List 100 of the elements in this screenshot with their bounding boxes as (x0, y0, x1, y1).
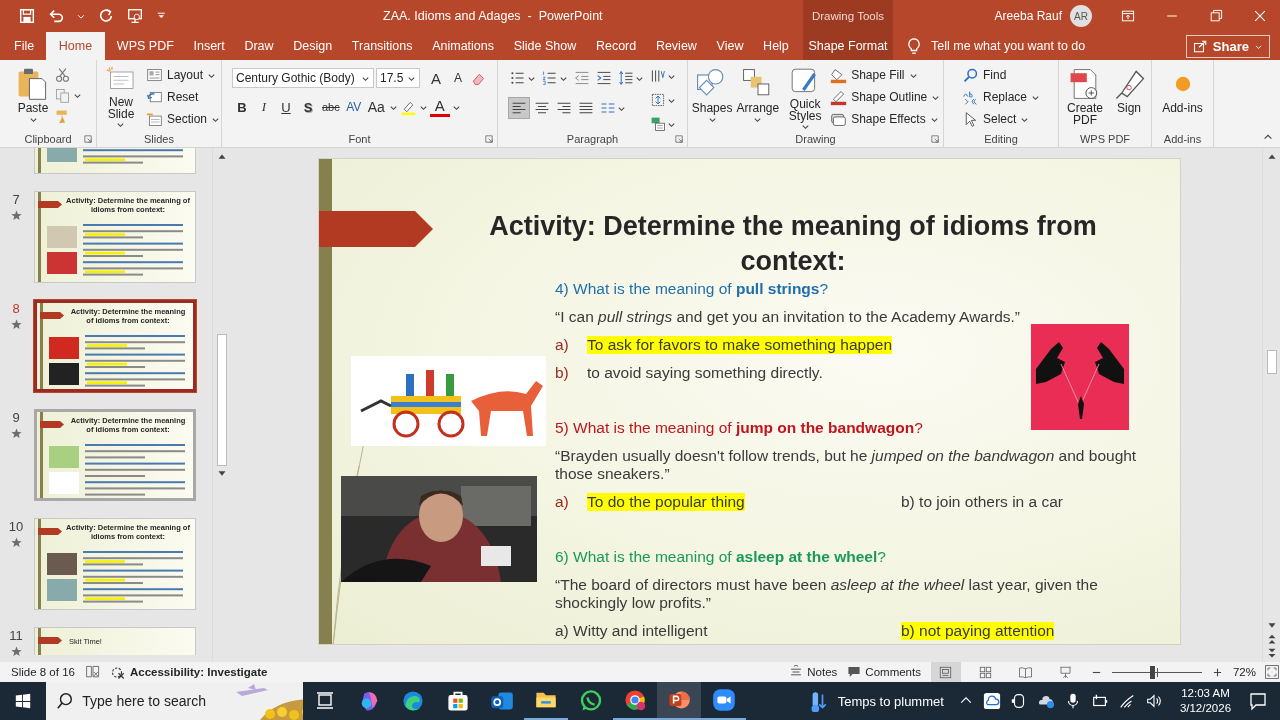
slide-number: 11 (9, 628, 23, 643)
font-color-button[interactable]: A (429, 97, 450, 117)
caret-icon[interactable] (707, 115, 717, 124)
menu-tab[interactable]: Home (45, 32, 106, 60)
menu-tab[interactable]: Slide Show (505, 32, 585, 60)
select-button[interactable]: Select (962, 110, 1040, 128)
fit-to-window-icon[interactable] (1264, 664, 1280, 680)
book-icon[interactable] (84, 664, 101, 680)
shadow-button[interactable]: S (298, 97, 318, 117)
zoom-level[interactable]: 72% (1232, 666, 1256, 678)
caret-icon[interactable] (28, 115, 38, 124)
cloud-icon[interactable] (982, 692, 1001, 710)
comments-button[interactable]: Comments (847, 662, 921, 682)
undo-icon[interactable] (47, 7, 65, 25)
numbering-icon[interactable] (541, 70, 558, 86)
section-button[interactable]: Section (146, 110, 220, 128)
sign-button[interactable]: Sign (1110, 64, 1148, 117)
smartart-icon[interactable] (649, 116, 666, 132)
notifications-icon[interactable] (1248, 691, 1269, 711)
accessibility-icon (110, 664, 126, 680)
taskbar-app-button[interactable] (657, 682, 702, 720)
align-center-icon[interactable] (533, 100, 550, 116)
cut-icon[interactable] (54, 66, 71, 83)
bullets-icon[interactable] (509, 70, 526, 86)
dialog-launcher-icon[interactable] (484, 134, 494, 144)
arrange-button[interactable]: Arrange (735, 64, 781, 126)
shape-outline-button[interactable]: Shape Outline (830, 88, 941, 106)
view-button[interactable] (930, 662, 961, 682)
clock-time[interactable]: 12:03 AM (1181, 686, 1230, 701)
decrease-indent-icon[interactable] (573, 70, 590, 86)
shrink-font-button[interactable]: A (448, 68, 468, 88)
wifi-icon[interactable] (1117, 692, 1136, 710)
layout-button[interactable]: Layout (146, 66, 220, 84)
quick-styles-button[interactable]: Quick Styles (782, 64, 829, 133)
menu-tab[interactable]: Animations (424, 32, 503, 60)
caret-icon[interactable] (800, 122, 810, 131)
italic-button[interactable]: I (254, 97, 274, 117)
text-direction-icon[interactable] (649, 68, 666, 84)
bold-button[interactable]: B (232, 97, 252, 117)
align-text-icon[interactable] (649, 92, 666, 108)
font-size-field[interactable]: 17.5 (376, 68, 420, 88)
restore-icon[interactable] (1208, 8, 1224, 24)
reset-button[interactable]: Reset (146, 88, 220, 106)
menu-tab[interactable]: Review (647, 32, 705, 60)
menu-tab[interactable]: Draw (236, 32, 282, 60)
lightbulb-icon (905, 37, 923, 55)
scrollbar[interactable] (1262, 148, 1280, 662)
font-name-field[interactable]: Century Gothic (Body) (232, 68, 374, 88)
share-button[interactable]: Share (1185, 34, 1270, 58)
menu-tab[interactable]: Transitions (343, 32, 421, 60)
user-avatar[interactable]: AR (1070, 5, 1092, 27)
zoom-in-icon[interactable] (1211, 666, 1223, 678)
shape-effects-button[interactable]: Shape Effects (830, 110, 941, 128)
paste-button[interactable]: Paste (14, 64, 52, 126)
change-case-button[interactable]: Aa (365, 97, 387, 117)
shape-fill-button[interactable]: Shape Fill (830, 66, 941, 84)
menu-tab[interactable]: WPS PDF (108, 32, 182, 60)
menu-tab[interactable]: Shape Format (803, 32, 893, 60)
align-right-icon[interactable] (555, 100, 572, 116)
character-spacing-button[interactable]: AV (343, 97, 364, 117)
tell-me-search[interactable]: Tell me what you want to do (931, 39, 1086, 53)
increase-indent-icon[interactable] (595, 70, 612, 86)
find-button[interactable]: Find (962, 66, 1040, 84)
new-slide-button[interactable]: New Slide (98, 64, 144, 131)
dialog-launcher-icon[interactable] (930, 134, 940, 144)
volume-icon[interactable] (1144, 692, 1163, 710)
save-icon[interactable] (18, 7, 36, 25)
question-text: 4) What is the meaning of pull strings? (555, 279, 830, 299)
strikethrough-button[interactable]: abc (320, 97, 342, 117)
menu-tab[interactable]: Design (285, 32, 341, 60)
caret-icon[interactable] (116, 120, 126, 129)
layout-icon (146, 66, 163, 84)
clock-date[interactable]: 3/12/2026 (1179, 701, 1232, 716)
caret-icon[interactable] (73, 91, 82, 100)
scroll-thumb[interactable] (216, 334, 227, 466)
add-ins-button[interactable]: Add-ins (1161, 64, 1204, 117)
scroll-thumb[interactable] (1266, 350, 1277, 374)
caret-icon[interactable] (753, 115, 763, 124)
menu-tab[interactable]: Insert (185, 32, 233, 60)
menu-tab[interactable]: View (708, 32, 752, 60)
line-spacing-icon[interactable] (617, 70, 634, 86)
create-pdf-button[interactable]: Create PDF (1062, 64, 1108, 128)
dialog-launcher-icon[interactable] (674, 134, 684, 144)
ribbon-display-icon[interactable] (1120, 8, 1136, 24)
underline-button[interactable]: U (276, 97, 296, 117)
redo-icon[interactable] (97, 7, 115, 25)
notes-button[interactable]: Notes (789, 662, 838, 682)
close-icon[interactable] (1252, 8, 1268, 24)
scrollbar[interactable] (212, 148, 230, 662)
accessibility-button[interactable]: Accessibility: Investigate (110, 662, 268, 682)
menu-tab[interactable]: Record (587, 32, 645, 60)
menu-tab[interactable]: File (6, 32, 43, 60)
shapes-button[interactable]: Shapes (690, 64, 734, 126)
justify-icon[interactable] (577, 100, 594, 116)
replace-button[interactable]: Replace (962, 88, 1040, 106)
grow-font-button[interactable]: A (426, 68, 446, 88)
dialog-launcher-icon[interactable] (83, 134, 93, 144)
menu-tab[interactable]: Help (755, 32, 797, 60)
weather-widget[interactable]: Temps to plummet (745, 682, 958, 720)
presenter-icon[interactable] (126, 7, 144, 25)
